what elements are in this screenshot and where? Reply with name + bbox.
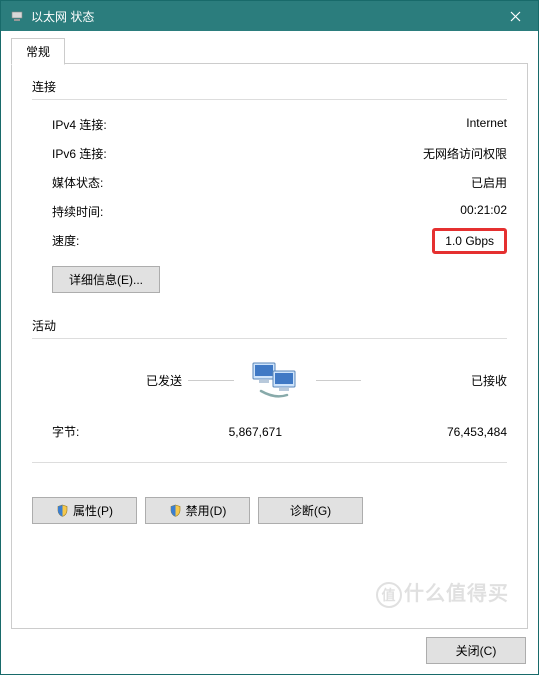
watermark-symbol: 值	[376, 582, 402, 608]
activity-section-title: 活动	[32, 317, 507, 334]
bottom-buttons: 属性(P) 禁用(D) 诊断(G)	[32, 473, 507, 530]
disable-button[interactable]: 禁用(D)	[145, 497, 250, 524]
activity-header: 已发送 已接收	[32, 349, 507, 405]
disable-button-label: 禁用(D)	[186, 502, 227, 519]
duration-label: 持续时间:	[52, 203, 103, 220]
ipv4-label: IPv4 连接:	[52, 116, 107, 133]
ipv6-value: 无网络访问权限	[423, 145, 507, 162]
media-value: 已启用	[471, 174, 507, 191]
ethernet-status-window: 以太网 状态 常规 连接 IPv4 连接: Internet IPv6 连接: …	[0, 0, 539, 675]
divider	[32, 338, 507, 339]
line-left	[188, 380, 234, 381]
received-label: 已接收	[367, 372, 507, 389]
content-area: 常规 连接 IPv4 连接: Internet IPv6 连接: 无网络访问权限…	[1, 31, 538, 674]
close-icon	[510, 11, 521, 22]
speed-label: 速度:	[52, 232, 79, 250]
close-button-row: 关闭(C)	[11, 629, 528, 664]
connection-section-title: 连接	[32, 78, 507, 95]
ipv6-row: IPv6 连接: 无网络访问权限	[32, 139, 507, 168]
tab-panel-general: 连接 IPv4 连接: Internet IPv6 连接: 无网络访问权限 媒体…	[11, 63, 528, 629]
media-label: 媒体状态:	[52, 174, 103, 191]
properties-button[interactable]: 属性(P)	[32, 497, 137, 524]
bytes-sent-value: 5,867,671	[124, 425, 282, 439]
diagnose-button[interactable]: 诊断(G)	[258, 497, 363, 524]
shield-icon	[169, 504, 182, 517]
network-computers-icon	[240, 359, 310, 401]
speed-value: 1.0 Gbps	[432, 228, 507, 254]
duration-value: 00:21:02	[460, 203, 507, 220]
titlebar[interactable]: 以太网 状态	[1, 1, 538, 31]
tabs: 常规	[11, 37, 528, 63]
speed-row: 速度: 1.0 Gbps	[32, 226, 507, 256]
diagnose-button-label: 诊断(G)	[290, 502, 331, 519]
divider	[32, 462, 507, 463]
ipv4-row: IPv4 连接: Internet	[32, 110, 507, 139]
media-row: 媒体状态: 已启用	[32, 168, 507, 197]
sent-label: 已发送	[52, 372, 182, 389]
close-button[interactable]: 关闭(C)	[426, 637, 526, 664]
divider	[32, 99, 507, 100]
properties-button-label: 属性(P)	[73, 502, 113, 519]
window-title: 以太网 状态	[31, 8, 493, 25]
details-button[interactable]: 详细信息(E)...	[52, 266, 160, 293]
watermark: 值什么值得买	[376, 577, 509, 608]
line-right	[316, 380, 362, 381]
bytes-row: 字节: 5,867,671 76,453,484	[32, 405, 507, 452]
shield-icon	[56, 504, 69, 517]
duration-row: 持续时间: 00:21:02	[32, 197, 507, 226]
bytes-received-value: 76,453,484	[352, 425, 507, 439]
network-adapter-icon	[9, 8, 25, 24]
ipv4-value: Internet	[466, 116, 507, 133]
close-window-button[interactable]	[493, 1, 538, 31]
watermark-text: 什么值得买	[404, 583, 509, 605]
bytes-label: 字节:	[52, 423, 124, 440]
tab-general[interactable]: 常规	[11, 38, 65, 65]
ipv6-label: IPv6 连接:	[52, 145, 107, 162]
